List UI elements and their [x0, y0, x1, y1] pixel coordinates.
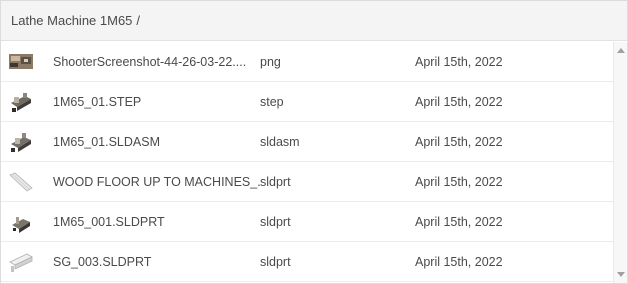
file-type: sldprt	[260, 174, 291, 189]
file-row[interactable]: 1M65_001.SLDPRT sldprt April 15th, 2022	[1, 202, 613, 242]
file-name: 1M65_01.SLDASM	[53, 134, 161, 149]
file-date: April 15th, 2022	[415, 54, 503, 69]
rail-part-thumbnail-icon	[7, 248, 35, 276]
file-date: April 15th, 2022	[415, 174, 503, 189]
machine-model-thumbnail-icon	[7, 88, 35, 116]
file-name: ShooterScreenshot-44-26-03-22....	[53, 54, 247, 69]
file-row[interactable]: SG_003.SLDPRT sldprt April 15th, 2022	[1, 242, 613, 282]
file-date: April 15th, 2022	[415, 214, 503, 229]
file-name: 1M65_01.STEP	[53, 94, 142, 109]
file-type: sldprt	[260, 254, 291, 269]
file-name: SG_003.SLDPRT	[53, 254, 152, 269]
scroll-up-arrow-icon[interactable]	[617, 48, 625, 53]
file-browser-panel: Lathe Machine 1M65 / ShooterScreenshot-4…	[0, 0, 628, 284]
file-row[interactable]: 1M65_01.SLDASM sldasm April 15th, 2022	[1, 122, 613, 162]
photo-thumbnail-icon	[7, 48, 35, 76]
file-date: April 15th, 2022	[415, 134, 503, 149]
file-date: April 15th, 2022	[415, 94, 503, 109]
file-type: sldprt	[260, 214, 291, 229]
file-row[interactable]: WOOD FLOOR UP TO MACHINES_... sldprt Apr…	[1, 162, 613, 202]
breadcrumb-folder-link[interactable]: Lathe Machine 1M65	[11, 13, 132, 28]
breadcrumb-separator: /	[136, 13, 141, 28]
floor-panel-thumbnail-icon	[7, 168, 35, 196]
file-name: 1M65_001.SLDPRT	[53, 214, 165, 229]
file-date: April 15th, 2022	[415, 254, 503, 269]
vertical-scrollbar[interactable]	[613, 42, 627, 283]
machine-part-thumbnail-icon	[7, 208, 35, 236]
scroll-down-arrow-icon[interactable]	[617, 272, 625, 277]
file-type: sldasm	[260, 134, 300, 149]
file-name: WOOD FLOOR UP TO MACHINES_...	[53, 174, 260, 189]
file-list: ShooterScreenshot-44-26-03-22.... png Ap…	[1, 42, 613, 282]
file-row[interactable]: ShooterScreenshot-44-26-03-22.... png Ap…	[1, 42, 613, 82]
breadcrumb: Lathe Machine 1M65 /	[1, 1, 627, 41]
machine-model-thumbnail-icon	[7, 128, 35, 156]
file-type: png	[260, 54, 281, 69]
file-type: step	[260, 94, 284, 109]
file-row[interactable]: 1M65_01.STEP step April 15th, 2022	[1, 82, 613, 122]
